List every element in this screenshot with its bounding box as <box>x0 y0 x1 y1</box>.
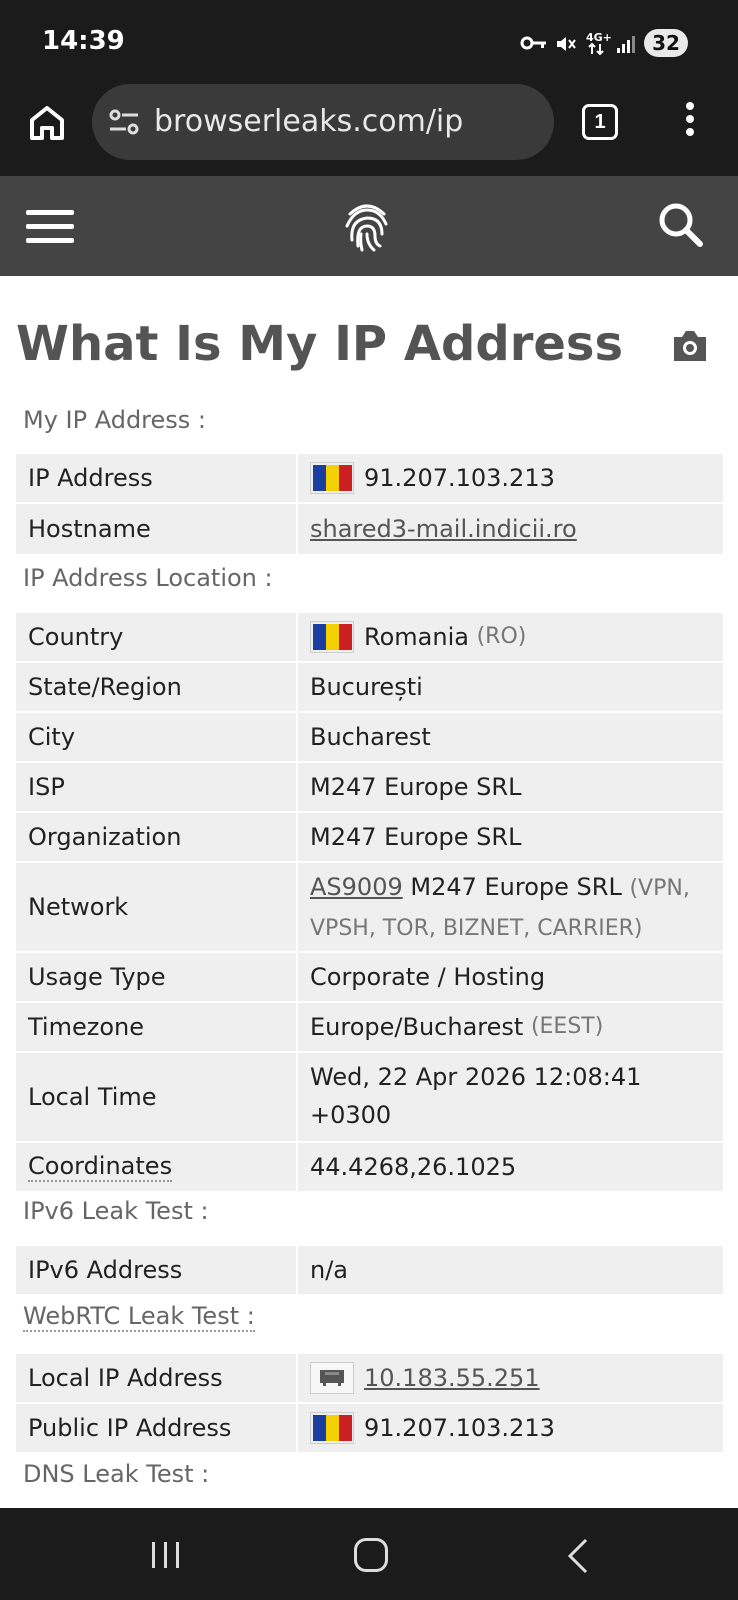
status-bar: 14:39 4G+ 32 <box>0 0 738 84</box>
row-key: State/Region <box>16 663 296 711</box>
table-row: Coordinates 44.4268,26.1025 <box>16 1143 723 1191</box>
row-key: Coordinates <box>16 1143 296 1191</box>
table-row: City Bucharest <box>16 713 723 761</box>
row-value: M247 Europe SRL <box>298 763 723 811</box>
address-bar[interactable]: browserleaks.com/ip <box>92 84 554 160</box>
timezone-abbr: (EEST) <box>530 1014 604 1039</box>
row-value: Wed, 22 Apr 2026 12:08:41 +0300 <box>298 1053 723 1141</box>
table-row: Network AS9009 M247 Europe SRL (VPN, VPS… <box>16 863 723 951</box>
table-row: Country Romania (RO) <box>16 613 723 661</box>
row-value: București <box>298 663 723 711</box>
search-icon[interactable] <box>656 200 704 248</box>
row-value: 91.207.103.213 <box>298 454 723 502</box>
local-time-offset: +0300 <box>310 1101 392 1129</box>
home-icon[interactable] <box>26 102 68 144</box>
local-ip-link[interactable]: 10.183.55.251 <box>364 1359 540 1397</box>
network-card-icon <box>310 1362 354 1394</box>
tab-switcher-button[interactable]: 1 <box>582 104 618 140</box>
battery-indicator: 32 <box>644 29 688 57</box>
row-value: n/a <box>298 1246 723 1294</box>
row-key: Public IP Address <box>16 1404 296 1452</box>
table-row: Usage Type Corporate / Hosting <box>16 953 723 1001</box>
network-tags: (VPN, <box>629 876 690 901</box>
clock: 14:39 <box>42 26 125 56</box>
romania-flag-icon <box>310 621 354 653</box>
row-key: IP Address <box>16 454 296 502</box>
row-value: M247 Europe SRL <box>298 813 723 861</box>
back-icon[interactable] <box>566 1538 590 1574</box>
hostname-link[interactable]: shared3-mail.indicii.ro <box>310 510 577 548</box>
row-key: Local Time <box>16 1053 296 1141</box>
table-row: Public IP Address 91.207.103.213 <box>16 1404 723 1452</box>
romania-flag-icon <box>310 462 354 494</box>
table-row: State/Region București <box>16 663 723 711</box>
svg-text:4G+: 4G+ <box>586 31 611 44</box>
romania-flag-icon <box>310 1412 354 1444</box>
timezone-value: Europe/Bucharest <box>310 1013 524 1041</box>
network-tags: VPSH, TOR, BIZNET, CARRIER) <box>310 916 643 941</box>
row-key: Hostname <box>16 504 296 554</box>
row-key: Local IP Address <box>16 1354 296 1402</box>
row-key: IPv6 Address <box>16 1246 296 1294</box>
row-key: Organization <box>16 813 296 861</box>
home-nav-icon[interactable] <box>354 1538 388 1572</box>
fingerprint-logo-icon[interactable] <box>340 200 394 254</box>
asn-link[interactable]: AS9009 <box>310 873 403 901</box>
table-row: IP Address 91.207.103.213 <box>16 454 723 502</box>
table-row: IPv6 Address n/a <box>16 1246 723 1294</box>
row-key: City <box>16 713 296 761</box>
table-row: Organization M247 Europe SRL <box>16 813 723 861</box>
country-value: Romania <box>364 623 469 651</box>
row-value: Europe/Bucharest (EEST) <box>298 1003 723 1051</box>
table-row: ISP M247 Europe SRL <box>16 763 723 811</box>
row-key: Network <box>16 863 296 951</box>
public-ip-value: 91.207.103.213 <box>364 1414 555 1442</box>
url-text[interactable]: browserleaks.com/ip <box>154 104 463 139</box>
row-value: 44.4268,26.1025 <box>298 1143 723 1191</box>
site-header <box>0 176 738 276</box>
country-code: (RO) <box>476 624 527 649</box>
hamburger-menu-icon[interactable] <box>26 210 74 244</box>
section-dns-label: DNS Leak Test : <box>23 1460 210 1488</box>
section-location-label: IP Address Location : <box>23 564 273 592</box>
section-webrtc-label[interactable]: WebRTC Leak Test : <box>23 1302 255 1332</box>
coordinates-key[interactable]: Coordinates <box>28 1152 173 1182</box>
row-key: Country <box>16 613 296 661</box>
4g-icon: 4G+ <box>586 31 611 56</box>
section-ipv6-label: IPv6 Leak Test : <box>23 1197 209 1225</box>
row-value: AS9009 M247 Europe SRL (VPN, VPSH, TOR, … <box>298 863 723 951</box>
table-row: Hostname shared3-mail.indicii.ro <box>16 504 723 554</box>
table-row: Local IP Address 10.183.55.251 <box>16 1354 723 1402</box>
row-value: Romania (RO) <box>298 613 723 661</box>
row-value: 10.183.55.251 <box>298 1354 723 1402</box>
system-nav-bar <box>0 1508 738 1600</box>
signal-icon <box>617 36 635 53</box>
page-title: What Is My IP Address <box>16 316 624 372</box>
browser-toolbar: browserleaks.com/ip 1 <box>0 84 738 176</box>
network-name: M247 Europe SRL <box>410 873 622 901</box>
table-row: Local Time Wed, 22 Apr 2026 12:08:41 +03… <box>16 1053 723 1141</box>
recent-apps-icon[interactable] <box>150 1540 182 1570</box>
row-value: shared3-mail.indicii.ro <box>298 504 723 554</box>
row-key: Usage Type <box>16 953 296 1001</box>
vpn-key-icon <box>520 36 546 50</box>
site-settings-icon[interactable] <box>108 108 140 136</box>
row-value: 91.207.103.213 <box>298 1404 723 1452</box>
ip-address-value: 91.207.103.213 <box>364 464 555 492</box>
browser-menu-icon[interactable] <box>680 102 700 142</box>
local-time-value: Wed, 22 Apr 2026 12:08:41 <box>310 1063 642 1091</box>
camera-icon[interactable] <box>670 329 710 363</box>
row-key: ISP <box>16 763 296 811</box>
row-value: Corporate / Hosting <box>298 953 723 1001</box>
row-key: Timezone <box>16 1003 296 1051</box>
section-my-ip-label: My IP Address : <box>23 406 207 434</box>
table-row: Timezone Europe/Bucharest (EEST) <box>16 1003 723 1051</box>
mute-icon <box>557 37 576 51</box>
row-value: Bucharest <box>298 713 723 761</box>
